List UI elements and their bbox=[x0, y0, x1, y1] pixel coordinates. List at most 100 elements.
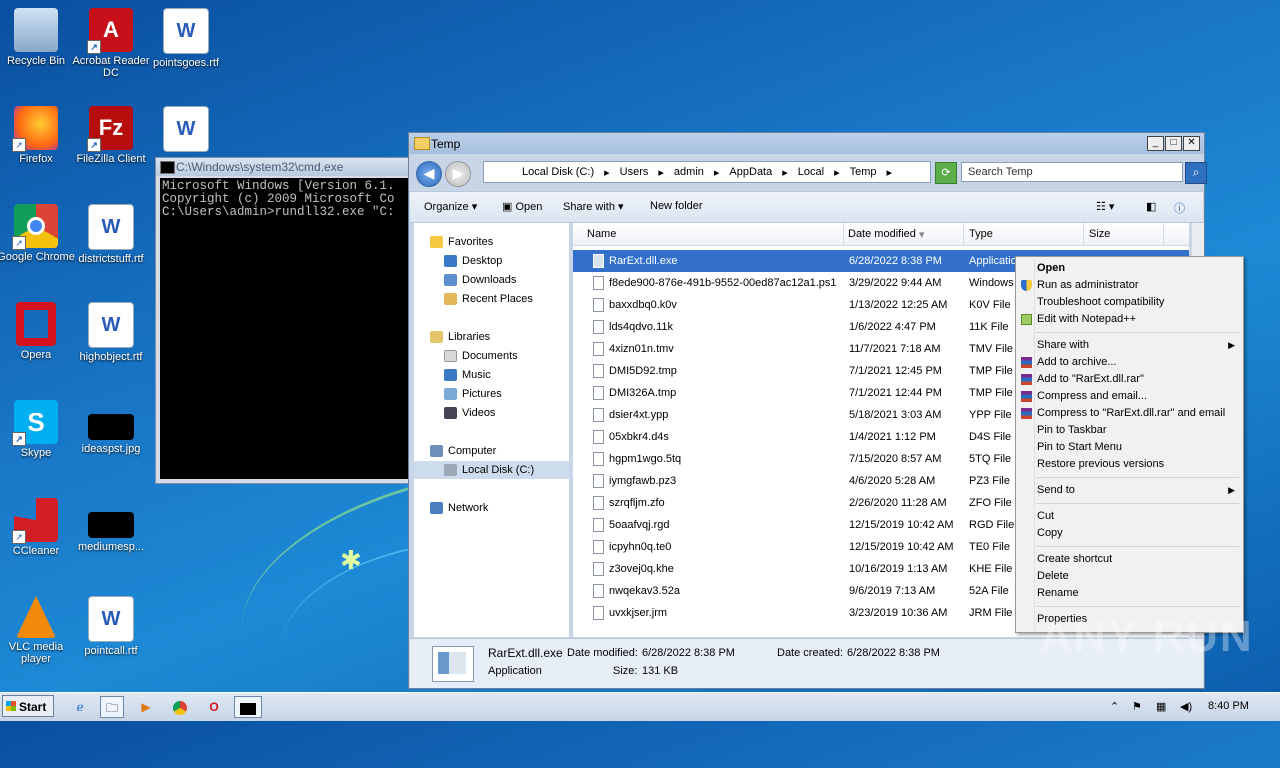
desktop-icon-ccleaner[interactable]: ↗ CCleaner bbox=[0, 498, 76, 557]
menu-create-shortcut[interactable]: Create shortcut bbox=[1016, 551, 1243, 568]
nav-downloads[interactable]: Downloads bbox=[444, 271, 516, 289]
crumb-appdata[interactable]: AppData bbox=[729, 166, 772, 178]
nav-music[interactable]: Music bbox=[444, 366, 491, 384]
menu-share-with[interactable]: Share with ▶ bbox=[1016, 337, 1243, 354]
column-type[interactable]: Type bbox=[969, 228, 993, 240]
tray-network-icon[interactable]: ▦ bbox=[1156, 700, 1166, 713]
menu-pin-taskbar[interactable]: Pin to Taskbar bbox=[1016, 422, 1243, 439]
tray-flag-icon[interactable]: ⚑ bbox=[1132, 700, 1142, 713]
file-name: DMI5D92.tmp bbox=[609, 365, 677, 377]
file-date: 9/6/2019 7:13 AM bbox=[849, 585, 936, 597]
menu-pin-start[interactable]: Pin to Start Menu bbox=[1016, 439, 1243, 456]
file-name: baxxdbq0.k0v bbox=[609, 299, 677, 311]
nav-libraries[interactable]: Libraries bbox=[430, 328, 490, 346]
menu-add-to-rar[interactable]: Add to "RarExt.dll.rar" bbox=[1016, 371, 1243, 388]
view-options-icon[interactable]: ☷ ▾ bbox=[1096, 200, 1114, 213]
file-name: z3ovej0q.khe bbox=[609, 563, 674, 575]
search-input[interactable]: Search Temp bbox=[961, 162, 1183, 182]
nav-network[interactable]: Network bbox=[430, 499, 488, 517]
help-icon[interactable]: ⓘ bbox=[1174, 200, 1185, 216]
menu-open[interactable]: Open bbox=[1016, 260, 1243, 277]
menu-send-to[interactable]: Send to ▶ bbox=[1016, 482, 1243, 499]
organize-button[interactable]: Organize ▾ bbox=[424, 200, 477, 213]
desktop-icon-ideaspst[interactable]: ideaspst.jpg bbox=[71, 400, 151, 455]
menu-restore-versions[interactable]: Restore previous versions bbox=[1016, 456, 1243, 473]
cmd-console[interactable]: Microsoft Windows [Version 6.1. Copyright… bbox=[160, 178, 411, 479]
nav-documents[interactable]: Documents bbox=[444, 347, 518, 365]
search-icon[interactable]: ⌕ bbox=[1185, 162, 1207, 184]
menu-delete[interactable]: Delete bbox=[1016, 568, 1243, 585]
refresh-button[interactable]: ⟳ bbox=[935, 162, 957, 184]
nav-favorites[interactable]: Favorites bbox=[430, 233, 493, 251]
menu-compress-email[interactable]: Compress and email... bbox=[1016, 388, 1243, 405]
desktop-icon-filezilla[interactable]: Fz ↗ FileZilla Client bbox=[71, 106, 151, 165]
nav-videos[interactable]: Videos bbox=[444, 404, 495, 422]
file-date: 10/16/2019 1:13 AM bbox=[849, 563, 948, 575]
menu-troubleshoot[interactable]: Troubleshoot compatibility bbox=[1016, 294, 1243, 311]
minimize-button[interactable]: _ bbox=[1147, 136, 1164, 151]
desktop-icon-firefox[interactable]: ↗ Firefox bbox=[0, 106, 76, 165]
chrome-taskbar-icon[interactable] bbox=[168, 696, 192, 718]
tray-expand-icon[interactable]: ⌃ bbox=[1110, 700, 1119, 713]
word-doc-icon: W bbox=[88, 204, 134, 250]
nav-desktop[interactable]: Desktop bbox=[444, 252, 502, 270]
desktop-icon-mediumesp[interactable]: mediumesp... bbox=[71, 498, 151, 553]
address-bar-row: ◀ ▶ Local Disk (C:) ▸ Users ▸ admin ▸ AppDa… bbox=[413, 158, 1207, 188]
column-date-modified[interactable]: Date modified bbox=[848, 228, 916, 240]
desktop-icon-acrobat[interactable]: A ↗ Acrobat Reader DC bbox=[71, 8, 151, 79]
breadcrumb[interactable]: Local Disk (C:) ▸ Users ▸ admin ▸ AppData ▸ … bbox=[483, 161, 931, 183]
desktop-icon-doc[interactable]: W bbox=[146, 106, 226, 155]
clock[interactable]: 8:40 PM bbox=[1208, 700, 1249, 712]
tray-volume-icon[interactable]: ◀) bbox=[1180, 700, 1192, 713]
explorer-taskbar-icon[interactable]: 🗀 bbox=[100, 696, 124, 718]
menu-compress-rar-email[interactable]: Compress to "RarExt.dll.rar" and email bbox=[1016, 405, 1243, 422]
desktop-icon-skype[interactable]: S ↗ Skype bbox=[0, 400, 76, 459]
menu-run-as-admin[interactable]: Run as administrator bbox=[1016, 277, 1243, 294]
desktop-icon-highobject[interactable]: Whighobject.rtf bbox=[71, 302, 151, 363]
crumb-users[interactable]: Users bbox=[620, 166, 649, 178]
word-doc-icon: W bbox=[88, 302, 134, 348]
cmd-titlebar[interactable]: C:\Windows\system32\cmd.exe bbox=[156, 158, 411, 176]
close-button[interactable]: ✕ bbox=[1183, 136, 1200, 151]
share-with-button[interactable]: Share with ▾ bbox=[563, 200, 624, 213]
crumb-local-disk[interactable]: Local Disk (C:) bbox=[522, 166, 594, 178]
menu-add-to-archive[interactable]: Add to archive... bbox=[1016, 354, 1243, 371]
preview-pane-icon[interactable]: ◧ bbox=[1146, 200, 1156, 213]
forward-button[interactable]: ▶ bbox=[445, 161, 471, 187]
nav-recent-places[interactable]: Recent Places bbox=[444, 290, 533, 308]
explorer-titlebar[interactable]: Temp _ □ ✕ bbox=[409, 133, 1204, 154]
menu-copy[interactable]: Copy bbox=[1016, 525, 1243, 542]
menu-cut[interactable]: Cut bbox=[1016, 508, 1243, 525]
crumb-local[interactable]: Local bbox=[798, 166, 824, 178]
nav-local-disk[interactable]: Local Disk (C:) bbox=[414, 461, 569, 479]
menu-rename[interactable]: Rename bbox=[1016, 585, 1243, 602]
crumb-temp[interactable]: Temp bbox=[850, 166, 877, 178]
media-player-icon[interactable]: ▶ bbox=[134, 696, 158, 718]
desktop-icon-pointsgoes[interactable]: Wpointsgoes.rtf bbox=[146, 8, 226, 69]
opera-taskbar-icon[interactable]: O bbox=[202, 696, 226, 718]
column-size[interactable]: Size bbox=[1089, 228, 1110, 240]
desktop-icon-recycle-bin[interactable]: Recycle Bin bbox=[0, 8, 76, 67]
file-type: YPP File bbox=[969, 409, 1012, 421]
nav-pictures[interactable]: Pictures bbox=[444, 385, 502, 403]
column-name[interactable]: Name bbox=[587, 228, 616, 240]
open-button[interactable]: ▣ Open bbox=[502, 200, 542, 213]
file-icon bbox=[593, 518, 604, 532]
cmd-window[interactable]: C:\Windows\system32\cmd.exe Microsoft Wi… bbox=[155, 157, 412, 484]
desktop-icon-pointcall[interactable]: Wpointcall.rtf bbox=[71, 596, 151, 657]
new-folder-button[interactable]: New folder bbox=[650, 200, 703, 212]
menu-edit-notepadpp[interactable]: Edit with Notepad++ bbox=[1016, 311, 1243, 328]
desktop-icon-opera[interactable]: Opera bbox=[0, 302, 76, 361]
nav-computer[interactable]: Computer bbox=[430, 442, 496, 460]
start-button[interactable]: Start bbox=[2, 695, 54, 717]
cmd-taskbar-icon[interactable] bbox=[234, 696, 262, 718]
desktop-icon-chrome[interactable]: ↗ Google Chrome bbox=[0, 204, 76, 263]
column-headers: Name Date modified ▾ Type Size bbox=[573, 223, 1189, 246]
maximize-button[interactable]: □ bbox=[1165, 136, 1182, 151]
word-doc-icon: W bbox=[88, 596, 134, 642]
back-button[interactable]: ◀ bbox=[416, 161, 442, 187]
ie-icon[interactable]: ℯ bbox=[68, 696, 92, 718]
desktop-icon-vlc[interactable]: VLC media player bbox=[0, 596, 76, 665]
crumb-admin[interactable]: admin bbox=[674, 166, 704, 178]
desktop-icon-districtstuff[interactable]: Wdistrictstuff.rtf bbox=[71, 204, 151, 265]
